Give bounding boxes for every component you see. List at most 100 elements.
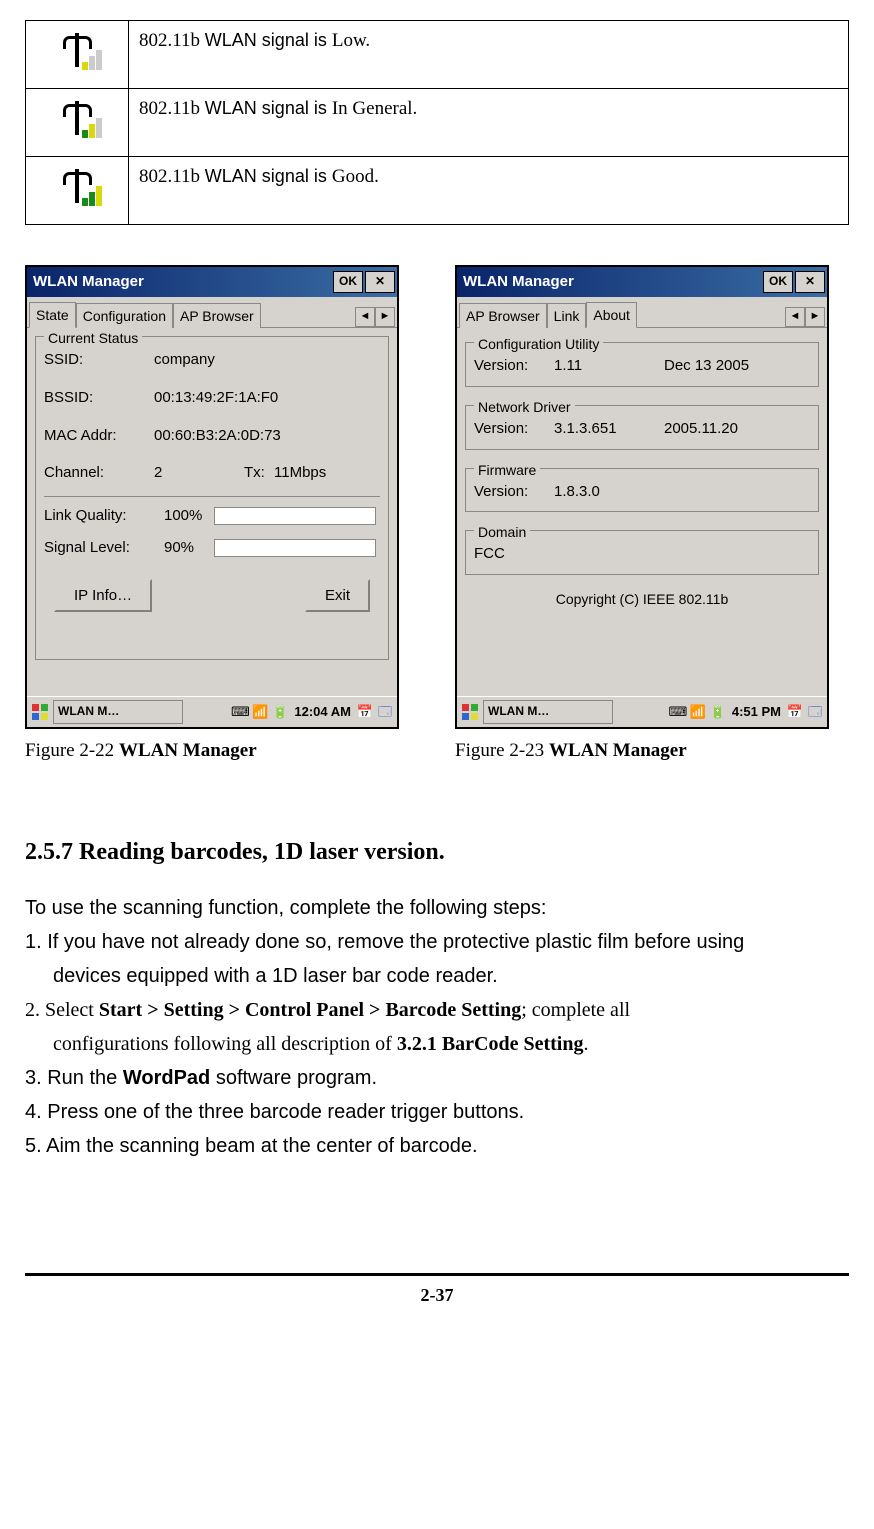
step2-text1: Select [45,999,99,1021]
version-value: 1.11 [554,355,664,377]
ok-button[interactable]: OK [763,271,793,293]
step2b-text1: configurations following all description… [53,1033,397,1055]
ssid-label: SSID: [44,349,154,371]
text-suffix: Good. [332,166,379,187]
wlan-tray-icon[interactable]: 📶 [690,704,706,720]
signal-strength-table: 802.11b WLAN signal is Low. 802.11b WLAN… [25,20,849,225]
text-prefix: 802.11b [139,166,205,187]
button-row: IP Info… Exit [44,579,380,613]
channel-row: Channel: 2 Tx: 11Mbps [44,462,380,484]
taskbar: WLAN M… ⌨ 📶 🔋 12:04 AM 📅 🗔 [27,696,397,727]
wlan-tray-icon[interactable]: 📶 [252,704,268,720]
signal-general-text: 802.11b WLAN signal is In General. [129,89,849,157]
tab-scroll-right-button[interactable]: ► [375,307,395,327]
group-legend: Configuration Utility [474,334,603,354]
ip-info-button[interactable]: IP Info… [54,579,152,613]
table-row: 802.11b WLAN signal is In General. [26,89,849,157]
battery-tray-icon[interactable]: 🔋 [272,704,288,720]
group-legend: Network Driver [474,397,575,417]
taskbar-clock[interactable]: 4:51 PM [730,703,783,722]
tab-scroll-left-button[interactable]: ◄ [355,307,375,327]
page-footer: 2-37 [25,1273,849,1308]
close-button[interactable]: ✕ [365,271,395,293]
ssid-row: SSID: company [44,349,380,371]
tab-state[interactable]: State [29,302,76,328]
tab-scroll-left-button[interactable]: ◄ [785,307,805,327]
body-text: To use the scanning function, complete t… [25,891,849,1163]
step2b-bold: 3.2.1 BarCode Setting [397,1033,584,1055]
battery-tray-icon[interactable]: 🔋 [710,704,726,720]
desktop-tray-icon[interactable]: 🗔 [807,704,823,720]
tx-label: Tx: [244,462,274,484]
signal-level-bar [214,539,376,557]
wlan-manager-state-window: WLAN Manager OK ✕ State Configuration AP… [25,265,399,729]
step2-bold: Start > Setting > Control Panel > Barcod… [99,999,521,1021]
config-utility-group: Configuration Utility Version: 1.11 Dec … [465,342,819,387]
start-button[interactable] [459,701,481,723]
table-row: 802.11b WLAN signal is Low. [26,21,849,89]
signal-level-value: 90% [164,537,214,559]
tab-ap-browser[interactable]: AP Browser [459,303,547,328]
tab-scroll-right-button[interactable]: ► [805,307,825,327]
current-status-group: Current Status SSID: company BSSID: 00:1… [35,336,389,660]
step3-suffix: software program. [210,1067,377,1089]
exit-button[interactable]: Exit [305,579,370,613]
firmware-group: Firmware Version: 1.8.3.0 [465,468,819,513]
wlan-signal-general-icon [54,95,100,141]
version-value: 3.1.3.651 [554,418,664,440]
tabs-row: State Configuration AP Browser ◄ ► [27,297,397,328]
domain-group: Domain FCC [465,530,819,575]
caption-bold: WLAN Manager [549,740,687,761]
tab-link[interactable]: Link [547,303,587,328]
group-legend: Domain [474,522,530,542]
tab-ap-browser[interactable]: AP Browser [173,303,261,328]
step-1-line-a: 1. If you have not already done so, remo… [25,925,849,959]
signal-icon-general-cell [26,89,129,157]
keyboard-tray-icon[interactable]: ⌨ [232,704,248,720]
step-2-line-b: configurations following all description… [25,1027,849,1061]
client-area: Current Status SSID: company BSSID: 00:1… [27,328,397,696]
taskbar-clock[interactable]: 12:04 AM [292,703,353,722]
wlan-signal-good-icon [54,163,100,209]
tabs-row: AP Browser Link About ◄ ► [457,297,827,328]
intro-line: To use the scanning function, complete t… [25,891,849,925]
page-number: 2-37 [421,1285,454,1305]
version-label: Version: [474,481,554,503]
signal-level-row: Signal Level: 90% [44,537,380,559]
titlebar: WLAN Manager OK ✕ [457,267,827,297]
text-prefix: 802.11b [139,98,205,119]
wlan-signal-low-icon [54,27,100,73]
system-tray: ⌨ 📶 🔋 12:04 AM 📅 🗔 [230,703,395,722]
text-mid: WLAN signal is [205,166,332,186]
calendar-tray-icon[interactable]: 📅 [787,704,803,720]
copyright-text: Copyright (C) IEEE 802.11b [465,585,819,611]
system-tray: ⌨ 📶 🔋 4:51 PM 📅 🗔 [668,703,825,722]
version-date: 2005.11.20 [664,418,738,440]
table-row: 802.11b WLAN signal is Good. [26,157,849,225]
caption-bold: WLAN Manager [119,740,257,761]
mac-row: MAC Addr: 00:60:B3:2A:0D:73 [44,425,380,447]
ssid-value: company [154,349,380,371]
ok-button[interactable]: OK [333,271,363,293]
taskbar-app-button[interactable]: WLAN M… [483,700,613,723]
link-quality-label: Link Quality: [44,505,164,527]
keyboard-tray-icon[interactable]: ⌨ [670,704,686,720]
network-driver-group: Network Driver Version: 3.1.3.651 2005.1… [465,405,819,450]
left-screenshot-column: WLAN Manager OK ✕ State Configuration AP… [25,265,395,765]
tab-configuration[interactable]: Configuration [76,303,173,328]
version-label: Version: [474,355,554,377]
taskbar-app-button[interactable]: WLAN M… [53,700,183,723]
step3-bold: WordPad [123,1067,210,1089]
window-title: WLAN Manager [33,271,331,293]
caption-prefix: Figure 2-22 [25,740,119,761]
desktop-tray-icon[interactable]: 🗔 [377,704,393,720]
tx-value: 11Mbps [274,462,326,484]
calendar-tray-icon[interactable]: 📅 [357,704,373,720]
titlebar: WLAN Manager OK ✕ [27,267,397,297]
start-button[interactable] [29,701,51,723]
right-caption: Figure 2-23 WLAN Manager [455,737,825,765]
close-button[interactable]: ✕ [795,271,825,293]
channel-value: 2 [154,462,244,484]
tab-about[interactable]: About [586,302,637,328]
mac-label: MAC Addr: [44,425,154,447]
